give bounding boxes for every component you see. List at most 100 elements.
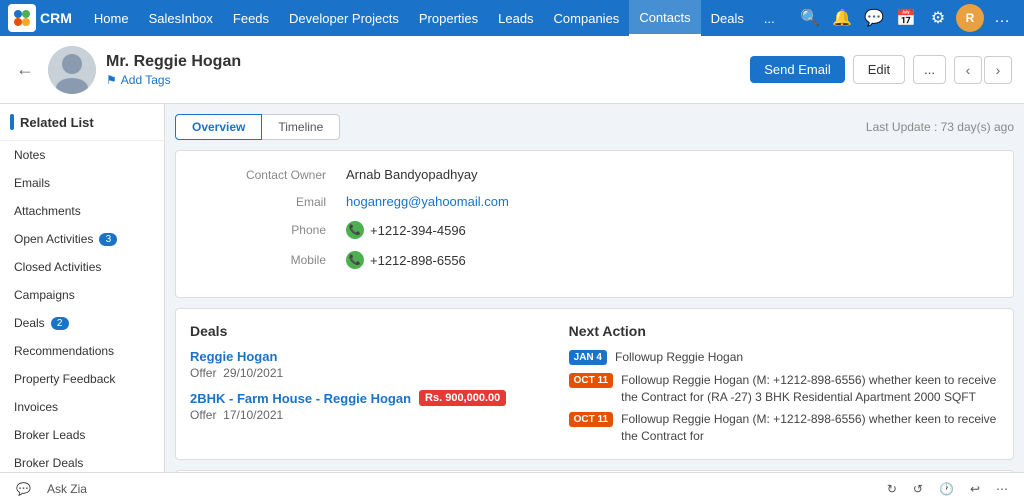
tag-icon: ⚑ bbox=[106, 73, 117, 87]
email-value[interactable]: hoganregg@yahoomail.com bbox=[346, 194, 509, 209]
tab-timeline[interactable]: Timeline bbox=[262, 114, 340, 140]
sidebar-item-open-activities[interactable]: Open Activities 3 bbox=[0, 225, 164, 253]
sidebar-item-emails[interactable]: Emails bbox=[0, 169, 164, 197]
user-avatar[interactable]: R bbox=[956, 4, 984, 32]
sidebar-item-broker-leads[interactable]: Broker Leads bbox=[0, 421, 164, 449]
nav-deals[interactable]: Deals bbox=[701, 0, 754, 36]
mobile-value: 📞 +1212-898-6556 bbox=[346, 251, 466, 269]
mobile-icon: 📞 bbox=[346, 251, 364, 269]
tabs-bar: Overview Timeline Last Update : 73 day(s… bbox=[175, 114, 1014, 140]
deals-section: Deals Reggie Hogan Offer 29/10/2021 2BHK… bbox=[176, 309, 1013, 459]
owner-label: Contact Owner bbox=[196, 168, 326, 182]
nav-more[interactable]: ... bbox=[754, 0, 785, 36]
sidebar-title: Related List bbox=[20, 115, 94, 130]
next-record-button[interactable]: › bbox=[984, 56, 1012, 84]
phone-label: Phone bbox=[196, 223, 326, 237]
deal2-row: 2BHK - Farm House - Reggie Hogan Rs. 900… bbox=[190, 390, 549, 406]
action-entry-2: OCT 11 Followup Reggie Hogan (M: +1212-8… bbox=[569, 411, 999, 445]
sidebar-item-recommendations[interactable]: Recommendations bbox=[0, 337, 164, 365]
next-action-section: Next Action JAN 4 Followup Reggie Hogan … bbox=[569, 323, 999, 445]
action-badge-1: OCT 11 bbox=[569, 373, 613, 388]
owner-value: Arnab Bandyopadhyay bbox=[346, 167, 478, 182]
bottom-bar: 💬 Ask Zia ↻ ↺ 🕐 ↩ ⋯ bbox=[0, 472, 1024, 504]
phone-value: 📞 +1212-394-4596 bbox=[346, 221, 466, 239]
sidebar-item-invoices[interactable]: Invoices bbox=[0, 393, 164, 421]
nav-feeds[interactable]: Feeds bbox=[223, 0, 279, 36]
view-tabs: Overview Timeline bbox=[175, 114, 340, 140]
nav-home[interactable]: Home bbox=[84, 0, 139, 36]
expand-icon[interactable]: ↩ bbox=[970, 482, 980, 496]
sidebar-item-campaigns[interactable]: Campaigns bbox=[0, 281, 164, 309]
calendar-icon[interactable]: 📅 bbox=[892, 4, 920, 32]
action-text-0: Followup Reggie Hogan bbox=[615, 349, 743, 366]
more-options-button[interactable]: ... bbox=[913, 55, 946, 84]
sidebar-item-property-feedback[interactable]: Property Feedback bbox=[0, 365, 164, 393]
chat-icon-bottom: 💬 bbox=[16, 482, 31, 496]
sidebar-indicator bbox=[10, 114, 14, 130]
add-tags-link[interactable]: ⚑ Add Tags bbox=[106, 73, 740, 87]
back-button[interactable]: ← bbox=[12, 55, 38, 84]
bell-icon[interactable]: 🔔 bbox=[828, 4, 856, 32]
sidebar: Related List Notes Emails Attachments Op… bbox=[0, 104, 165, 504]
deal-entry-1: Reggie Hogan Offer 29/10/2021 bbox=[190, 349, 549, 380]
field-row-phone: Phone 📞 +1212-394-4596 bbox=[196, 221, 993, 239]
nav-salesinbox[interactable]: SalesInbox bbox=[139, 0, 223, 36]
undo-icon[interactable]: ↻ bbox=[887, 482, 897, 496]
subheader-actions: Send Email Edit ... ‹ › bbox=[750, 55, 1012, 84]
action-entry-0: JAN 4 Followup Reggie Hogan bbox=[569, 349, 999, 366]
sidebar-item-notes[interactable]: Notes bbox=[0, 141, 164, 169]
tab-overview[interactable]: Overview bbox=[175, 114, 262, 140]
deal1-name[interactable]: Reggie Hogan bbox=[190, 349, 549, 364]
field-row-email: Email hoganregg@yahoomail.com bbox=[196, 194, 993, 209]
nav-properties[interactable]: Properties bbox=[409, 0, 488, 36]
send-email-button[interactable]: Send Email bbox=[750, 56, 844, 83]
field-row-mobile: Mobile 📞 +1212-898-6556 bbox=[196, 251, 993, 269]
nav-companies[interactable]: Companies bbox=[544, 0, 630, 36]
sidebar-item-attachments[interactable]: Attachments bbox=[0, 197, 164, 225]
nav-contacts[interactable]: Contacts bbox=[629, 0, 700, 36]
prev-record-button[interactable]: ‹ bbox=[954, 56, 982, 84]
nav-leads[interactable]: Leads bbox=[488, 0, 543, 36]
logo-icon bbox=[8, 4, 36, 32]
search-icon[interactable]: 🔍 bbox=[796, 4, 824, 32]
ask-zia-button[interactable]: Ask Zia bbox=[47, 482, 87, 496]
phone-icon: 📞 bbox=[346, 221, 364, 239]
settings-icon[interactable]: ⚙ bbox=[924, 4, 952, 32]
deal2-price: Rs. 900,000.00 bbox=[419, 390, 506, 406]
deals-left: Deals Reggie Hogan Offer 29/10/2021 2BHK… bbox=[190, 323, 549, 445]
nav-icons: 🔍 🔔 💬 📅 ⚙ R … bbox=[796, 4, 1016, 32]
chat-bottom-icon[interactable]: 💬 bbox=[16, 482, 31, 496]
contact-avatar bbox=[48, 46, 96, 94]
action-text-2: Followup Reggie Hogan (M: +1212-898-6556… bbox=[621, 411, 999, 445]
sidebar-item-closed-activities[interactable]: Closed Activities bbox=[0, 253, 164, 281]
next-action-title: Next Action bbox=[569, 323, 999, 339]
deal2-name[interactable]: 2BHK - Farm House - Reggie Hogan bbox=[190, 391, 411, 406]
nav-developer-projects[interactable]: Developer Projects bbox=[279, 0, 409, 36]
deals-title: Deals bbox=[190, 323, 549, 339]
clock-icon[interactable]: 🕐 bbox=[939, 482, 954, 496]
edit-button[interactable]: Edit bbox=[853, 55, 905, 84]
deal1-offer: Offer 29/10/2021 bbox=[190, 366, 549, 380]
contact-name: Mr. Reggie Hogan bbox=[106, 53, 740, 71]
grid-icon[interactable]: … bbox=[988, 4, 1016, 32]
app-logo[interactable]: CRM bbox=[8, 4, 72, 32]
action-badge-2: OCT 11 bbox=[569, 412, 613, 427]
action-entry-1: OCT 11 Followup Reggie Hogan (M: +1212-8… bbox=[569, 372, 999, 406]
contact-fields-card: Contact Owner Arnab Bandyopadhyay Email … bbox=[175, 150, 1014, 298]
more-bottom-icon[interactable]: ⋯ bbox=[996, 482, 1008, 496]
action-text-1: Followup Reggie Hogan (M: +1212-898-6556… bbox=[621, 372, 999, 406]
field-row-owner: Contact Owner Arnab Bandyopadhyay bbox=[196, 167, 993, 182]
mobile-label: Mobile bbox=[196, 253, 326, 267]
contact-info: Mr. Reggie Hogan ⚑ Add Tags bbox=[106, 53, 740, 87]
open-activities-badge: 3 bbox=[99, 233, 117, 246]
sidebar-header: Related List bbox=[0, 104, 164, 141]
sidebar-item-deals[interactable]: Deals 2 bbox=[0, 309, 164, 337]
contact-fields: Contact Owner Arnab Bandyopadhyay Email … bbox=[176, 151, 1013, 297]
action-entries: JAN 4 Followup Reggie Hogan OCT 11 Follo… bbox=[569, 349, 999, 445]
deals-badge: 2 bbox=[51, 317, 69, 330]
chat-icon[interactable]: 💬 bbox=[860, 4, 888, 32]
redo-icon[interactable]: ↺ bbox=[913, 482, 923, 496]
last-update-text: Last Update : 73 day(s) ago bbox=[866, 120, 1014, 134]
deal2-offer: Offer 17/10/2021 bbox=[190, 408, 549, 422]
subheader: ← Mr. Reggie Hogan ⚑ Add Tags Send Email… bbox=[0, 36, 1024, 104]
